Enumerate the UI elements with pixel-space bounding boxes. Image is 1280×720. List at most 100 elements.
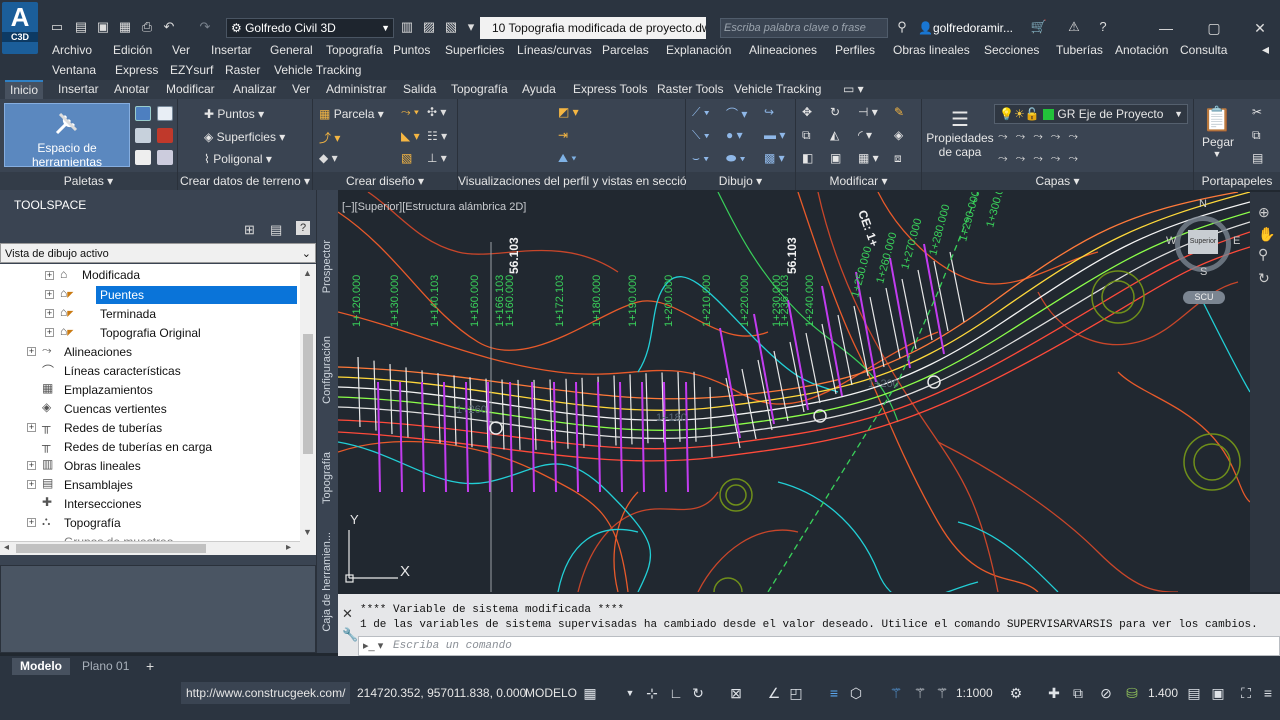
customize-icon[interactable]: ≡	[1260, 685, 1276, 701]
maximize-button[interactable]: ▢	[1198, 18, 1230, 38]
menu-lineas-curvas[interactable]: Líneas/curvas	[517, 43, 592, 57]
puntos-button[interactable]: ✚ Puntos ▾	[204, 107, 264, 121]
hardware-icon[interactable]: ▤	[1186, 685, 1202, 701]
erase-icon[interactable]: ✎	[894, 105, 904, 119]
sheet-set-icon[interactable]	[135, 150, 151, 165]
tab-caja-herramientas[interactable]: Caja de herramien...	[321, 532, 333, 632]
properties-icon[interactable]	[157, 106, 173, 121]
tab-anotar[interactable]: Anotar	[114, 82, 149, 96]
superficies-button[interactable]: ◈ Superficies ▾	[204, 130, 285, 144]
scroll-thumb[interactable]	[16, 544, 206, 553]
menu-ventana[interactable]: Ventana	[52, 63, 96, 77]
fullscreen-icon[interactable]: ⛶	[1238, 685, 1254, 701]
expand-toggle[interactable]: +	[27, 480, 36, 489]
tab-salida[interactable]: Salida	[403, 82, 436, 96]
transparency-icon[interactable]: ⬡	[848, 685, 864, 701]
steering-wheel-icon[interactable]: ⊕	[1258, 204, 1270, 221]
design-center-icon[interactable]	[135, 128, 151, 143]
menu-edicion[interactable]: Edición	[113, 43, 152, 57]
scroll-thumb[interactable]	[303, 334, 313, 454]
toolspace-list-icon[interactable]: ▤	[270, 222, 282, 238]
menu-ezysurf[interactable]: EZYsurf	[170, 63, 213, 77]
explode-icon[interactable]: ◈	[894, 128, 903, 142]
panel-title-capas[interactable]: Capas ▾	[922, 172, 1193, 190]
grid-icon[interactable]: ▦	[582, 685, 598, 701]
line-icon[interactable]: ⟋ ▾	[692, 105, 710, 120]
menu-archivo[interactable]: Archivo	[52, 43, 92, 57]
tree-item-lineas-caracteristicas[interactable]: Líneas características	[64, 362, 181, 380]
calculator-icon[interactable]	[157, 150, 173, 165]
tab-modelo[interactable]: Modelo	[12, 658, 70, 675]
tab-ver[interactable]: Ver	[292, 82, 310, 96]
app-menu-button[interactable]: A C3D	[2, 2, 38, 54]
cut-icon[interactable]: ✂	[1252, 105, 1262, 119]
search-input[interactable]: Escriba palabra clave o frase	[720, 18, 888, 38]
annotation-scale-icon[interactable]: ⚚	[934, 685, 950, 701]
polyline-icon[interactable]: ↪	[764, 105, 774, 119]
user-account[interactable]: 👤golfredoramir...	[918, 18, 1013, 38]
layer-select[interactable]: 💡☀🔓 GR Eje de Proyecto ▼	[994, 104, 1188, 124]
palette-icon[interactable]	[135, 106, 151, 121]
otrack-icon[interactable]: ∠	[766, 685, 782, 701]
command-prompt-icon[interactable]: ▸_ ▾	[363, 639, 383, 652]
tree-item-puentes[interactable]: Puentes	[96, 286, 297, 304]
layer-tools-row2[interactable]: ⤳⤳⤳⤳⤳	[998, 151, 1086, 166]
panel-title-portapapeles[interactable]: Portapapeles	[1194, 172, 1280, 190]
panel-title-crear-diseno[interactable]: Crear diseño ▾	[313, 172, 457, 190]
menu-alineaciones[interactable]: Alineaciones	[749, 43, 817, 57]
tree-horizontal-scrollbar[interactable]: ◂ ▸	[0, 541, 300, 555]
offset-icon[interactable]: ⧈	[894, 151, 902, 166]
copy-base-icon[interactable]: ▤	[1252, 151, 1263, 165]
tree-item-intersecciones[interactable]: Intersecciones	[64, 495, 141, 513]
new-file-icon[interactable]: ▭	[48, 19, 66, 35]
toolspace-button[interactable]: Espacio de herramientas	[4, 103, 130, 169]
add-layout-button[interactable]: +	[138, 658, 162, 675]
menu-topografia[interactable]: Topografía	[326, 43, 383, 57]
menu-consulta[interactable]: Consulta	[1180, 43, 1227, 57]
paste-button[interactable]: 📋 Pegar ▼	[1202, 105, 1234, 159]
dynucs-icon[interactable]: ◰	[788, 685, 804, 701]
tree-item-obras-lineales[interactable]: Obras lineales	[64, 457, 141, 475]
menu-ver[interactable]: Ver	[172, 43, 190, 57]
hatch-icon[interactable]: ▩ ▾	[764, 151, 785, 165]
toolspace-tree-icon[interactable]: ⊞	[244, 222, 255, 238]
tree-item-redes-tuberias[interactable]: Redes de tuberías	[64, 419, 162, 437]
profile-icon[interactable]: ◣ ▾	[401, 129, 420, 143]
feature-line-icon[interactable]: ⤳ ▾	[401, 105, 419, 120]
scale-icon[interactable]: ▣	[830, 151, 841, 165]
rotate-icon[interactable]: ↻	[830, 105, 840, 119]
menu-puntos[interactable]: Puntos	[393, 43, 430, 57]
xline-icon[interactable]: ⟍ ▾	[692, 128, 710, 143]
ortho-icon[interactable]: ∟	[668, 685, 684, 701]
tree-item-terminada[interactable]: Terminada	[100, 305, 156, 323]
status-url[interactable]: http://www.construcgeek.com/	[181, 682, 351, 704]
command-input[interactable]: Escriba un comando	[358, 636, 1280, 656]
mirror-icon[interactable]: ◭	[830, 128, 839, 142]
tab-insertar[interactable]: Insertar	[58, 82, 99, 96]
tool-palette-icon[interactable]	[157, 128, 173, 143]
copy-clip-icon[interactable]: ⧉	[1252, 128, 1261, 143]
expand-toggle[interactable]: +	[27, 518, 36, 527]
menu-explanacion[interactable]: Explanación	[666, 43, 731, 57]
tree-item-emplazamientos[interactable]: Emplazamientos	[64, 381, 153, 399]
spline-icon[interactable]: ⌣ ▾	[692, 151, 709, 166]
trim-icon[interactable]: ⊣ ▾	[858, 105, 878, 119]
menu-raster[interactable]: Raster	[225, 63, 260, 77]
ellipse-icon[interactable]: ⬬ ▾	[726, 151, 745, 166]
parcela-button[interactable]: ▦ Parcela ▾	[319, 107, 384, 121]
tab-raster-tools[interactable]: Raster Tools	[657, 82, 723, 96]
tree-item-alineaciones[interactable]: Alineaciones	[64, 343, 132, 361]
exchange-icon[interactable]: ⚠	[1065, 19, 1083, 35]
redo-icon[interactable]: ↷	[196, 19, 214, 35]
layer-properties-button[interactable]: ☰ Propiedades de capa	[926, 109, 994, 159]
sample-lines-icon[interactable]: ⇥	[558, 128, 568, 142]
panel-title-visualizaciones[interactable]: Visualizaciones del perfil y vistas en s…	[458, 172, 693, 190]
assembly-icon[interactable]: ▧	[401, 151, 412, 165]
save-as-icon[interactable]: ▦	[116, 19, 134, 35]
annotation-visibility-icon[interactable]: ⚚	[888, 685, 904, 701]
rectangle-icon[interactable]: ▬ ▾	[764, 128, 785, 142]
workspace-select[interactable]: ⚙ Golfredo Civil 3D ▼	[226, 18, 394, 38]
toolspace-view-select[interactable]: Vista de dibujo activo ⌄	[0, 243, 316, 263]
save-icon[interactable]: ▣	[94, 19, 112, 35]
expand-toggle[interactable]: +	[45, 271, 54, 280]
